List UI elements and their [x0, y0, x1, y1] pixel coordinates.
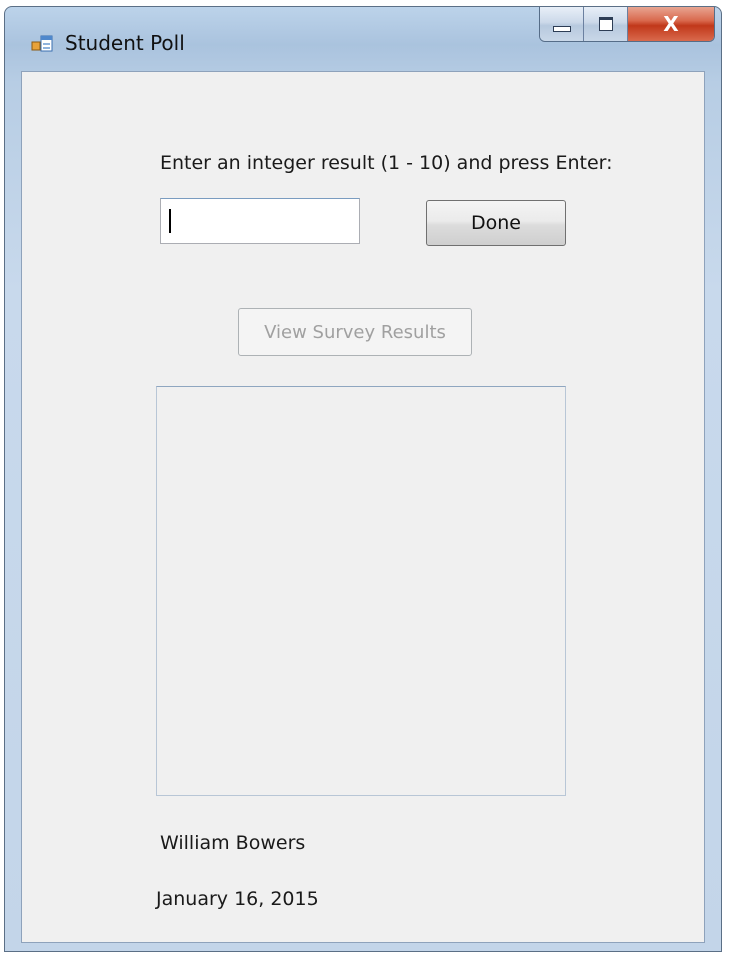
minimize-button[interactable]	[540, 7, 584, 41]
app-window: Student Poll X Enter an integer result (…	[4, 6, 722, 952]
result-input[interactable]	[160, 198, 360, 244]
form-app-icon	[31, 35, 53, 52]
window-title: Student Poll	[65, 31, 185, 55]
maximize-button[interactable]	[584, 7, 628, 41]
caption-buttons: X	[539, 7, 715, 42]
maximize-icon	[598, 17, 613, 31]
results-list-box[interactable]	[156, 386, 566, 796]
date-label: January 16, 2015	[156, 888, 319, 910]
close-button[interactable]: X	[628, 7, 714, 41]
view-survey-results-button: View Survey Results	[238, 308, 472, 356]
minimize-icon	[552, 26, 571, 32]
title-bar[interactable]: Student Poll X	[5, 7, 721, 65]
prompt-label: Enter an integer result (1 - 10) and pre…	[160, 152, 613, 174]
close-icon: X	[663, 12, 679, 36]
text-caret	[169, 209, 171, 233]
author-label: William Bowers	[160, 832, 306, 854]
form-client-area: Enter an integer result (1 - 10) and pre…	[21, 71, 705, 943]
done-button[interactable]: Done	[426, 200, 566, 246]
